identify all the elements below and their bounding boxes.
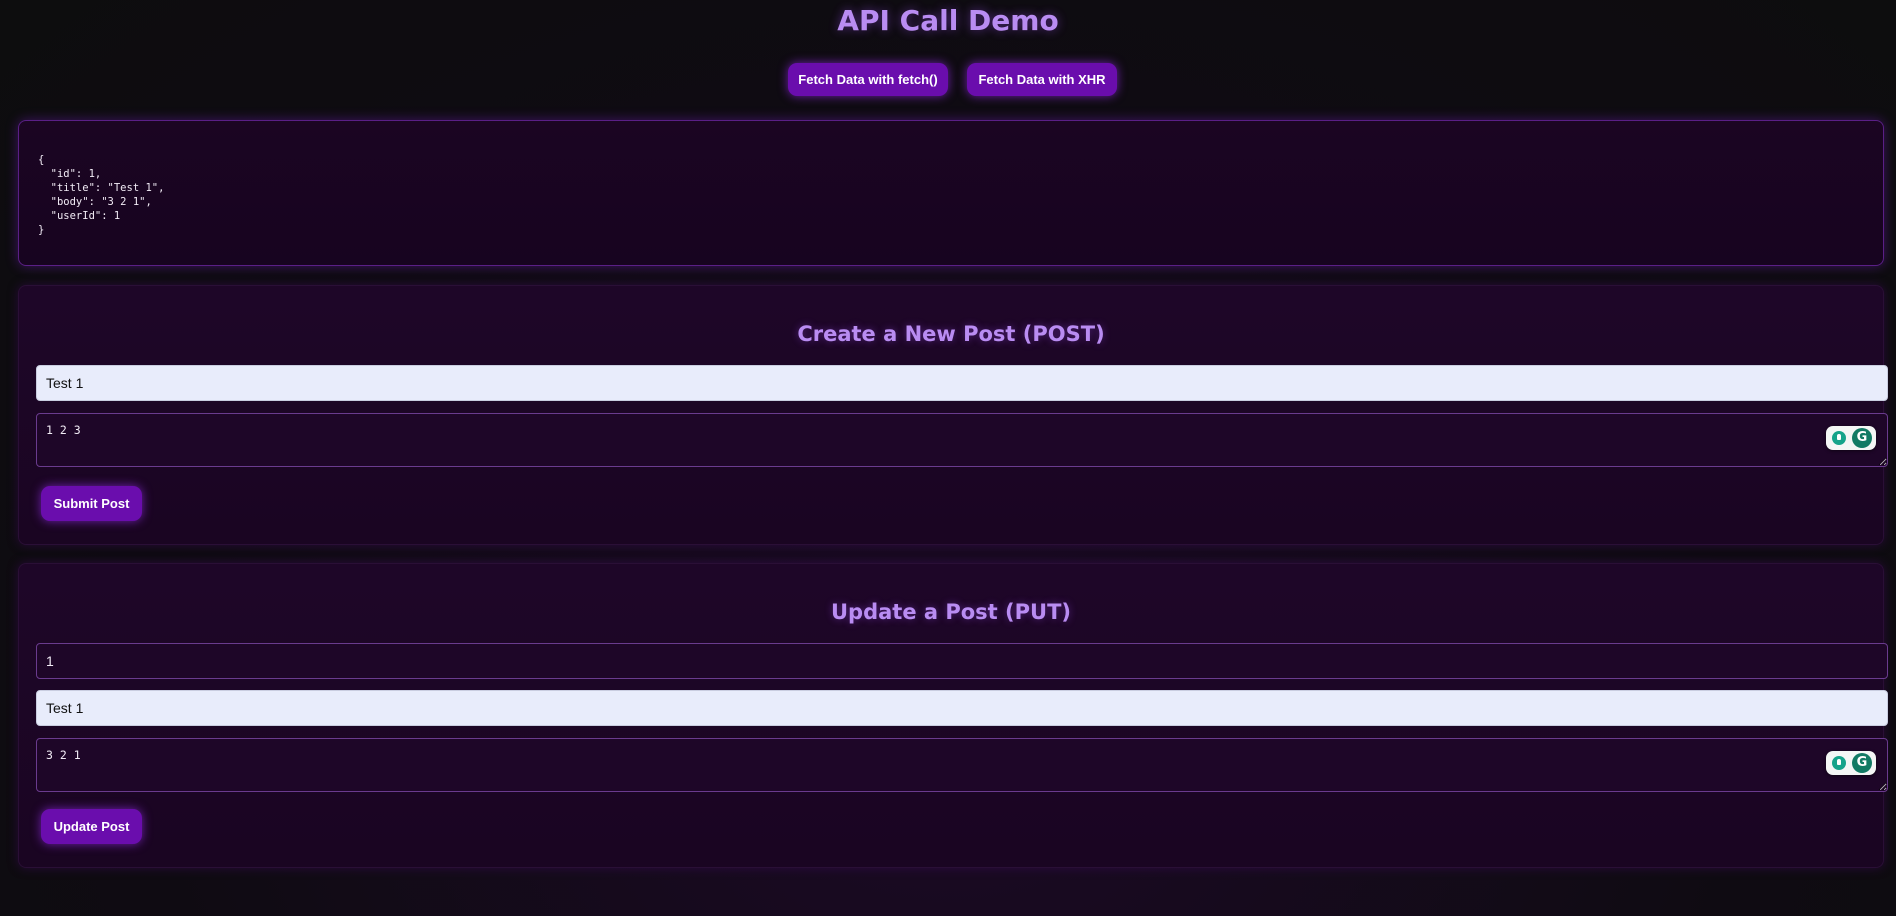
grammarly-bulb-icon[interactable] — [1832, 756, 1846, 770]
put-body-textarea[interactable]: 3 2 1 — [36, 738, 1888, 792]
fetch-data-button[interactable]: Fetch Data with fetch() — [788, 63, 948, 96]
post-body-textarea[interactable]: 1 2 3 — [36, 413, 1888, 467]
output-panel: { "id": 1, "title": "Test 1", "body": "3… — [18, 120, 1884, 266]
update-post-button[interactable]: Update Post — [41, 809, 142, 844]
submit-post-button[interactable]: Submit Post — [41, 486, 142, 521]
grammarly-logo-icon[interactable]: G — [1852, 428, 1872, 448]
put-title-input[interactable] — [36, 690, 1888, 726]
update-post-heading: Update a Post (PUT) — [831, 600, 1071, 624]
grammarly-widget-2[interactable]: G — [1826, 751, 1876, 775]
page-title: API Call Demo — [837, 4, 1059, 37]
grammarly-widget[interactable]: G — [1826, 426, 1876, 450]
json-output: { "id": 1, "title": "Test 1", "body": "3… — [38, 154, 165, 236]
grammarly-logo-icon[interactable]: G — [1852, 753, 1872, 773]
fetch-xhr-button[interactable]: Fetch Data with XHR — [967, 63, 1117, 96]
grammarly-bulb-icon[interactable] — [1832, 431, 1846, 445]
post-title-input[interactable] — [36, 365, 1888, 401]
post-id-input[interactable] — [36, 643, 1888, 679]
create-post-form: Create a New Post (POST) 1 2 3 G Submit … — [18, 285, 1888, 545]
create-post-heading: Create a New Post (POST) — [797, 322, 1105, 346]
update-post-form: Update a Post (PUT) 3 2 1 G Update Post — [18, 563, 1888, 868]
